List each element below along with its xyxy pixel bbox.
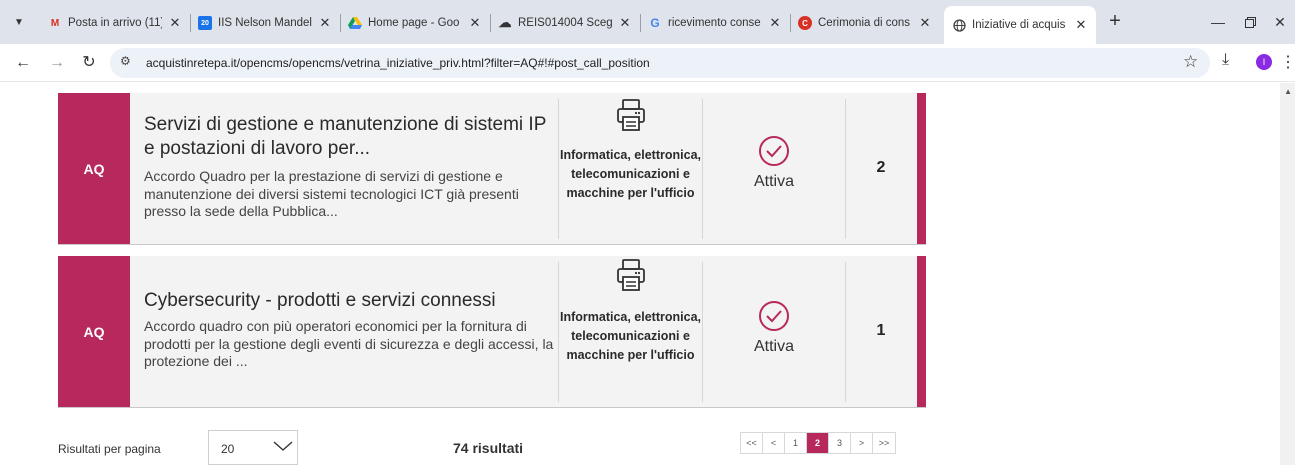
category-label: Informatica, elettronica, telecomunicazi… [559, 310, 701, 362]
category-label: Informatica, elettronica, telecomunicazi… [559, 148, 701, 200]
check-circle-icon [759, 136, 789, 166]
close-icon[interactable]: ✕ [768, 15, 782, 31]
calendar-icon: 20 [198, 16, 212, 30]
tab-mandela[interactable]: 20 IIS Nelson Mandel ✕ [190, 6, 340, 40]
lots-count: 2 [876, 159, 886, 176]
status-column: Attiva [703, 300, 845, 356]
card-accent-stripe [917, 256, 926, 407]
tab-cerimonia[interactable]: C Cerimonia di cons ✕ [790, 6, 940, 40]
close-icon[interactable]: ✕ [468, 15, 482, 31]
check-circle-icon [759, 301, 789, 331]
next-page-button[interactable]: > [851, 433, 873, 453]
tab-iniziative[interactable]: Iniziative di acquis ✕ [944, 6, 1096, 44]
initiative-card[interactable]: AQ Cybersecurity - prodotti e servizi co… [58, 256, 926, 408]
status-label: Attiva [753, 173, 794, 190]
tab-title: IIS Nelson Mandel [218, 17, 312, 29]
tab-gmail[interactable]: M Posta in arrivo (11) ✕ [40, 6, 190, 40]
minimize-button[interactable]: — [1204, 10, 1232, 34]
page-1-button[interactable]: 1 [785, 433, 807, 453]
tab-title: REIS014004 Scegli [518, 17, 612, 29]
drive-icon [348, 16, 362, 30]
download-icon[interactable]: ⤓ [1222, 51, 1229, 69]
results-per-page-select[interactable]: 20 [208, 430, 298, 465]
restore-button[interactable] [1236, 10, 1264, 34]
tab-title: Iniziative di acquis [972, 19, 1066, 31]
card-text: Cybersecurity - prodotti e servizi conne… [144, 289, 554, 371]
tab-reis[interactable]: ☁ REIS014004 Scegli ✕ [490, 6, 640, 40]
new-tab-button[interactable]: + [1104, 11, 1126, 31]
url-text[interactable]: acquistinretepa.it/opencms/opencms/vetri… [146, 56, 650, 70]
initiative-title[interactable]: Servizi di gestione e manutenzione di si… [144, 113, 554, 161]
initiative-card[interactable]: AQ Servizi di gestione e manutenzione di… [58, 93, 926, 245]
page-3-button[interactable]: 3 [829, 433, 851, 453]
status-column: Attiva [703, 135, 845, 191]
chevron-down-icon [273, 441, 293, 451]
close-icon[interactable]: ✕ [168, 15, 182, 31]
tab-title: ricevimento conse [668, 17, 761, 29]
tab-strip: ▼ M Posta in arrivo (11) ✕ 20 IIS Nelson… [0, 0, 1295, 44]
printer-icon [616, 259, 645, 291]
pagination: << < 1 2 3 > >> [740, 432, 896, 454]
close-icon[interactable]: ✕ [318, 15, 332, 31]
tab-title: Cerimonia di cons [818, 17, 911, 29]
scroll-up-arrow-icon[interactable]: ▲ [1284, 87, 1292, 96]
initiative-type-badge: AQ [58, 256, 130, 407]
lots-count: 1 [876, 322, 886, 339]
first-page-button[interactable]: << [741, 433, 763, 453]
tab-title: Posta in arrivo (11) [68, 17, 162, 29]
last-page-button[interactable]: >> [873, 433, 895, 453]
results-per-page-label: Risultati per pagina [58, 442, 161, 456]
tab-search-button[interactable]: ▼ [8, 11, 30, 33]
close-window-button[interactable]: ✕ [1266, 10, 1294, 34]
scrollbar[interactable]: ▲ [1280, 83, 1295, 465]
card-text: Servizi di gestione e manutenzione di si… [144, 113, 554, 221]
status-label: Attiva [753, 338, 794, 355]
category-column: Informatica, elettronica, telecomunicazi… [559, 98, 702, 203]
close-icon[interactable]: ✕ [918, 15, 932, 31]
reload-button[interactable]: ↻ [78, 52, 100, 74]
close-icon[interactable]: ✕ [1074, 17, 1088, 33]
back-button[interactable]: ← [12, 52, 34, 74]
results-count: 74 risultati [453, 440, 524, 456]
page-2-button[interactable]: 2 [807, 433, 829, 453]
tab-title: Home page - Goo [368, 17, 460, 29]
close-icon[interactable]: ✕ [618, 15, 632, 31]
initiative-description: Accordo Quadro per la prestazione di ser… [144, 168, 519, 219]
profile-avatar[interactable]: I [1256, 54, 1272, 70]
tab-drive[interactable]: Home page - Goo ✕ [340, 6, 490, 40]
site-info-icon[interactable]: ⚙ [120, 54, 131, 68]
tab-ricevimento[interactable]: G ricevimento conse ✕ [640, 6, 790, 40]
printer-icon [616, 99, 645, 131]
address-bar[interactable]: ⚙ acquistinretepa.it/opencms/opencms/vet… [110, 48, 1210, 78]
previous-page-button[interactable]: < [763, 433, 785, 453]
browser-toolbar: ← → ↻ ⚙ acquistinretepa.it/opencms/openc… [0, 44, 1295, 82]
menu-icon[interactable]: ⋮ [1280, 52, 1295, 72]
gmail-icon: M [50, 17, 60, 29]
initiative-title[interactable]: Cybersecurity - prodotti e servizi conne… [144, 289, 554, 313]
google-icon: G [650, 16, 660, 30]
red-circle-icon: C [798, 16, 812, 30]
initiative-description: Accordo quadro con più operatori economi… [144, 318, 554, 369]
bookmark-star-icon[interactable]: ☆ [1183, 52, 1198, 72]
initiative-type-badge: AQ [58, 93, 130, 244]
results-per-page-value: 20 [221, 442, 235, 456]
cloud-icon: ☁ [498, 15, 512, 30]
forward-button[interactable]: → [46, 52, 68, 74]
card-accent-stripe [917, 93, 926, 244]
globe-icon [952, 18, 966, 32]
category-column: Informatica, elettronica, telecomunicazi… [559, 258, 702, 365]
